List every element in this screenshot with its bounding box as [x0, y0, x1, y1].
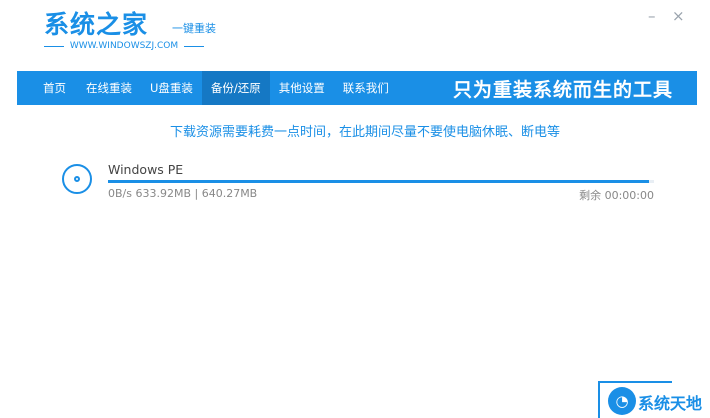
logo-title: 系统之家 — [44, 10, 149, 39]
logo-url-line-left — [44, 45, 64, 47]
logo-subtitle: 一键重装 — [172, 22, 216, 35]
nav-item-other-settings[interactable]: 其他设置 — [270, 71, 334, 105]
download-name: Windows PE — [108, 162, 184, 177]
download-size: 0B/s 633.92MB | 640.27MB — [108, 187, 258, 200]
disc-icon — [62, 164, 92, 194]
download-remaining: 剩余 00:00:00 — [579, 189, 654, 202]
download-task: Windows PE 0B/s 633.92MB | 640.27MB 剩余 0… — [62, 160, 656, 206]
watermark: ◔ 系统天地 — [598, 381, 710, 418]
nav-slogan: 只为重装系统而生的工具 — [452, 78, 673, 101]
download-progress-bar — [108, 180, 654, 183]
nav-item-online-reinstall[interactable]: 在线重装 — [77, 71, 141, 105]
nav-item-home[interactable]: 首页 — [17, 71, 77, 105]
nav-item-usb-reinstall[interactable]: U盘重装 — [141, 71, 202, 105]
disc-center-icon — [74, 176, 80, 182]
app-logo: 系统之家 一键重装 WWW.WINDOWSZJ.COM — [44, 8, 216, 51]
nav-item-backup-restore[interactable]: 备份/还原 — [201, 71, 270, 105]
nav-item-contact-us[interactable]: 联系我们 — [334, 71, 398, 105]
close-button[interactable]: × — [672, 7, 685, 25]
minimize-button[interactable]: – — [648, 7, 656, 25]
download-notice: 下载资源需要耗费一点时间，在此期间尽量不要使电脑休眠、断电等 — [169, 125, 560, 140]
logo-url: WWW.WINDOWSZJ.COM — [44, 41, 205, 51]
logo-url-text: WWW.WINDOWSZJ.COM — [69, 41, 179, 51]
xitong-tiandi-logo-icon: ◔ — [608, 387, 636, 415]
main-nav: 首页 在线重装 U盘重装 备份/还原 其他设置 联系我们 只为重装系统而生的工具 — [17, 71, 697, 105]
download-progress-fill — [108, 180, 649, 183]
logo-url-line-right — [184, 45, 205, 47]
watermark-text: 系统天地 — [638, 394, 703, 413]
